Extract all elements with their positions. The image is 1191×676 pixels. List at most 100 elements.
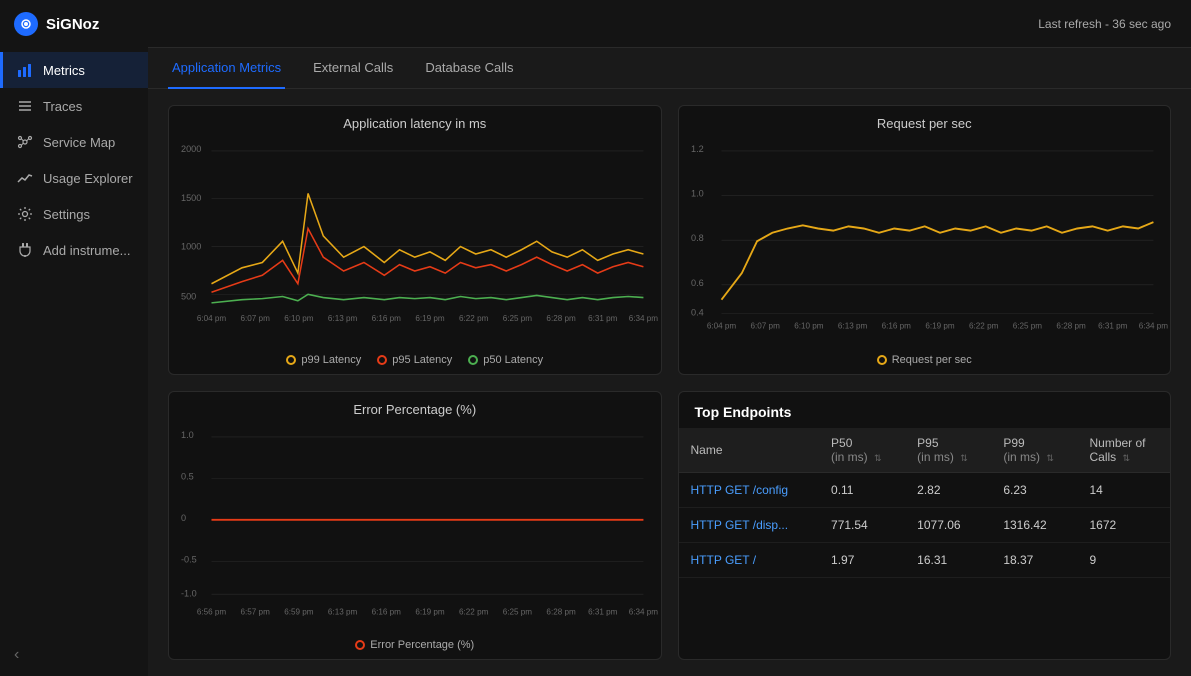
legend-error: Error Percentage (%) <box>355 639 474 651</box>
sidebar-item-add-instrument-label: Add instrume... <box>43 243 130 258</box>
tab-external-calls[interactable]: External Calls <box>309 48 397 89</box>
sidebar-item-usage-explorer[interactable]: Usage Explorer <box>0 160 148 196</box>
sidebar-item-settings-label: Settings <box>43 207 90 222</box>
list-icon <box>17 98 33 114</box>
svg-text:6:34 pm: 6:34 pm <box>629 313 658 323</box>
legend-p95: p95 Latency <box>377 354 452 366</box>
sidebar-collapse-button[interactable]: ‹ <box>0 634 148 676</box>
svg-text:6:10 pm: 6:10 pm <box>794 320 823 330</box>
svg-text:6:59 pm: 6:59 pm <box>284 606 313 616</box>
legend-rps-label: Request per sec <box>892 354 972 366</box>
sidebar-item-metrics-label: Metrics <box>43 63 85 78</box>
plug-icon <box>17 242 33 258</box>
gear-icon <box>17 206 33 222</box>
svg-text:6:56 pm: 6:56 pm <box>197 606 226 616</box>
endpoint-p99-2: 18.37 <box>991 542 1077 577</box>
svg-text:6:22 pm: 6:22 pm <box>459 606 488 616</box>
svg-text:6:34 pm: 6:34 pm <box>1138 320 1167 330</box>
sidebar-item-add-instrument[interactable]: Add instrume... <box>0 232 148 268</box>
topbar: Last refresh - 36 sec ago <box>148 0 1191 48</box>
svg-text:1.0: 1.0 <box>181 429 194 439</box>
error-chart-area: 1.0 0.5 0 -0.5 -1.0 6:56 pm 6:57 pm <box>169 421 661 634</box>
endpoint-name-2[interactable]: HTTP GET / <box>679 542 820 577</box>
sidebar-item-metrics[interactable]: Metrics <box>0 52 148 88</box>
svg-text:0.8: 0.8 <box>691 233 704 243</box>
endpoint-name-0[interactable]: HTTP GET /config <box>679 472 820 507</box>
endpoint-p50-1: 771.54 <box>819 507 905 542</box>
col-header-name[interactable]: Name <box>679 428 820 473</box>
svg-text:6:22 pm: 6:22 pm <box>969 320 998 330</box>
table-row: HTTP GET /disp... 771.54 1077.06 1316.42… <box>679 507 1171 542</box>
sidebar-nav: Metrics Traces <box>0 48 148 634</box>
svg-text:6:19 pm: 6:19 pm <box>415 313 444 323</box>
endpoint-p95-2: 16.31 <box>905 542 991 577</box>
endpoint-p50-2: 1.97 <box>819 542 905 577</box>
sidebar-item-usage-explorer-label: Usage Explorer <box>43 171 133 186</box>
table-row: HTTP GET /config 0.11 2.82 6.23 14 <box>679 472 1171 507</box>
brand-name: SiGNoz <box>46 16 99 33</box>
legend-p99: p99 Latency <box>286 354 361 366</box>
rps-chart-area: 1.2 1.0 0.8 0.6 0.4 6:04 pm 6:07 pm <box>679 135 1171 348</box>
endpoint-name-1[interactable]: HTTP GET /disp... <box>679 507 820 542</box>
legend-error-label: Error Percentage (%) <box>370 639 474 651</box>
content-area: Application latency in ms 2000 1500 1000… <box>148 89 1191 676</box>
main-content: Last refresh - 36 sec ago Application Me… <box>148 0 1191 676</box>
latency-chart-card: Application latency in ms 2000 1500 1000… <box>168 105 662 375</box>
svg-text:6:25 pm: 6:25 pm <box>1012 320 1041 330</box>
svg-text:6:04 pm: 6:04 pm <box>197 313 226 323</box>
svg-text:6:57 pm: 6:57 pm <box>241 606 270 616</box>
last-refresh-text: Last refresh - 36 sec ago <box>1038 17 1171 31</box>
col-header-calls[interactable]: Number ofCalls ⇅ <box>1077 428 1170 473</box>
table-row: HTTP GET / 1.97 16.31 18.37 9 <box>679 542 1171 577</box>
svg-text:-0.5: -0.5 <box>181 554 197 564</box>
latency-chart-area: 2000 1500 1000 500 6:04 pm <box>169 135 661 348</box>
svg-text:500: 500 <box>181 292 196 302</box>
sidebar-item-traces-label: Traces <box>43 99 82 114</box>
error-chart-svg: 1.0 0.5 0 -0.5 -1.0 6:56 pm 6:57 pm <box>181 421 649 634</box>
col-header-p95[interactable]: P95(in ms) ⇅ <box>905 428 991 473</box>
svg-text:6:25 pm: 6:25 pm <box>503 606 532 616</box>
svg-text:1.2: 1.2 <box>691 144 704 154</box>
svg-text:1.0: 1.0 <box>691 188 704 198</box>
svg-text:1500: 1500 <box>181 193 201 203</box>
tab-database-calls[interactable]: Database Calls <box>421 48 517 89</box>
sidebar-item-service-map-label: Service Map <box>43 135 115 150</box>
endpoints-table: Name P50(in ms) ⇅ P95(in ms) ⇅ <box>679 428 1171 578</box>
legend-rps: Request per sec <box>877 354 972 366</box>
rps-chart-title: Request per sec <box>679 106 1171 135</box>
sidebar-item-service-map[interactable]: Service Map <box>0 124 148 160</box>
svg-text:0.4: 0.4 <box>691 307 704 317</box>
sort-p95-icon: ⇅ <box>960 453 968 464</box>
trend-icon <box>17 170 33 186</box>
svg-text:6:07 pm: 6:07 pm <box>241 313 270 323</box>
sidebar-item-traces[interactable]: Traces <box>0 88 148 124</box>
svg-text:6:28 pm: 6:28 pm <box>1056 320 1085 330</box>
svg-text:-1.0: -1.0 <box>181 588 197 598</box>
svg-text:6:31 pm: 6:31 pm <box>588 606 617 616</box>
error-chart-card: Error Percentage (%) 1.0 0.5 0 -0.5 -1.0 <box>168 391 662 661</box>
svg-text:6:16 pm: 6:16 pm <box>372 313 401 323</box>
col-header-p50[interactable]: P50(in ms) ⇅ <box>819 428 905 473</box>
latency-chart-legend: p99 Latency p95 Latency p50 Latency <box>169 348 661 374</box>
svg-text:6:13 pm: 6:13 pm <box>837 320 866 330</box>
svg-text:0.5: 0.5 <box>181 471 194 481</box>
sidebar-item-settings[interactable]: Settings <box>0 196 148 232</box>
tab-application-metrics[interactable]: Application Metrics <box>168 48 285 89</box>
svg-text:6:13 pm: 6:13 pm <box>328 606 357 616</box>
legend-p50-label: p50 Latency <box>483 354 543 366</box>
endpoint-p95-1: 1077.06 <box>905 507 991 542</box>
sort-calls-icon: ⇅ <box>1123 453 1131 464</box>
error-chart-title: Error Percentage (%) <box>169 392 661 421</box>
sort-p99-icon: ⇅ <box>1046 453 1054 464</box>
svg-text:6:04 pm: 6:04 pm <box>706 320 735 330</box>
endpoint-p50-0: 0.11 <box>819 472 905 507</box>
endpoints-title: Top Endpoints <box>679 392 1171 428</box>
brand-logo[interactable]: SiGNoz <box>0 0 148 48</box>
svg-text:2000: 2000 <box>181 144 201 154</box>
svg-text:1000: 1000 <box>181 242 201 252</box>
svg-text:6:31 pm: 6:31 pm <box>1098 320 1127 330</box>
svg-text:6:07 pm: 6:07 pm <box>750 320 779 330</box>
col-header-p99[interactable]: P99(in ms) ⇅ <box>991 428 1077 473</box>
svg-text:6:25 pm: 6:25 pm <box>503 313 532 323</box>
svg-text:6:16 pm: 6:16 pm <box>372 606 401 616</box>
